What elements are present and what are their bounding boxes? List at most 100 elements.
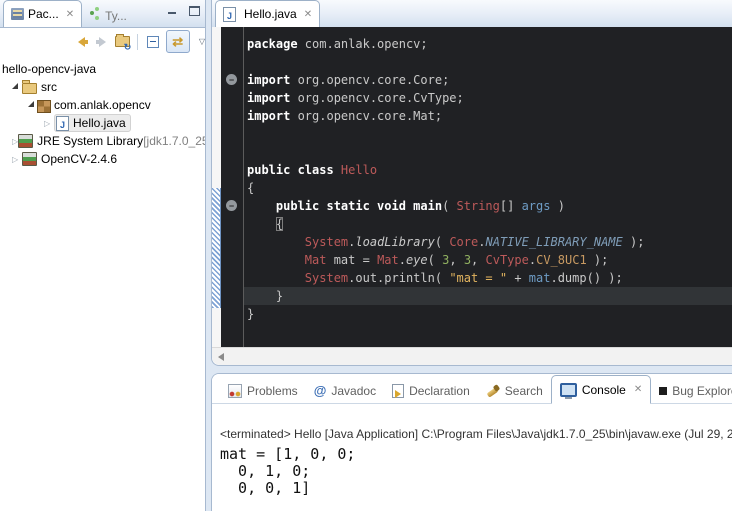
close-icon[interactable]: ✕ xyxy=(304,9,312,20)
tree-item-label: com.anlak.opencv xyxy=(54,98,151,112)
back-icon[interactable] xyxy=(74,33,89,51)
code-line[interactable]: { xyxy=(247,215,732,233)
package-explorer-toolbar: ↻ ⇄ ▽ xyxy=(0,28,205,55)
tab-search[interactable]: Search xyxy=(478,379,551,403)
fold-collapse-icon[interactable]: − xyxy=(226,200,237,211)
tree-item[interactable]: hello-opencv-java xyxy=(0,60,205,78)
tab-label: Problems xyxy=(247,384,298,398)
code-token: , xyxy=(471,253,485,267)
editor-ruler xyxy=(212,27,221,348)
collapse-all-icon[interactable] xyxy=(145,33,160,51)
code-token xyxy=(247,271,305,285)
console-icon xyxy=(560,383,577,397)
code-line[interactable] xyxy=(247,125,732,143)
code-token: Core xyxy=(449,235,478,249)
code-line[interactable]: } xyxy=(247,305,732,323)
code-line[interactable]: import org.opencv.core.Mat; xyxy=(247,107,732,125)
forward-icon[interactable] xyxy=(94,33,109,51)
maximize-icon[interactable] xyxy=(189,6,199,15)
tab-hello-java[interactable]: J Hello.java ✕ xyxy=(215,0,320,27)
fold-collapse-icon[interactable]: − xyxy=(226,74,237,85)
tab-bug-explorer[interactable]: Bug Explorer xyxy=(651,379,732,403)
tab-problems[interactable]: Problems xyxy=(220,379,306,403)
project-tree: hello-opencv-javasrccom.anlak.opencv▷JHe… xyxy=(0,55,205,168)
code-line[interactable] xyxy=(247,53,732,71)
selected-tree-item[interactable]: JHello.java xyxy=(54,114,131,132)
source-folder-icon xyxy=(22,83,37,94)
code-token: ); xyxy=(587,253,609,267)
tree-item[interactable]: src xyxy=(0,78,205,96)
code-line[interactable]: import org.opencv.core.CvType; xyxy=(247,89,732,107)
tree-item[interactable]: ▷OpenCV-2.4.6 xyxy=(0,150,205,168)
tree-item[interactable]: com.anlak.opencv xyxy=(0,96,205,114)
type-hierarchy-icon xyxy=(89,10,101,22)
tab-package-explorer[interactable]: Pac... ✕ xyxy=(3,0,82,27)
code-token: String xyxy=(457,199,500,213)
editor-gutter: −− xyxy=(221,27,244,348)
tab-label: Search xyxy=(505,384,543,398)
minimize-icon[interactable] xyxy=(167,6,177,15)
tree-item[interactable]: ▷JHello.java xyxy=(0,114,205,132)
code-token: org.opencv.core.Core; xyxy=(290,73,449,87)
expanded-arrow-icon[interactable] xyxy=(28,101,34,107)
code-token: ) xyxy=(550,199,564,213)
scroll-left-icon[interactable] xyxy=(218,353,224,361)
code-token: .dump() ); xyxy=(550,271,622,285)
code-token: , xyxy=(449,253,463,267)
declaration-icon xyxy=(392,384,404,398)
tab-label: Pac... xyxy=(28,7,59,21)
code-token: ( xyxy=(428,253,442,267)
code-line[interactable]: System.out.println( "mat = " + mat.dump(… xyxy=(247,269,732,287)
eclipse-workbench: Pac... ✕ Ty... ↻ ⇄ ▽ hello-opencv-javasr… xyxy=(0,0,732,511)
up-icon[interactable]: ↻ xyxy=(115,33,130,51)
horizontal-scrollbar[interactable] xyxy=(212,347,732,365)
console-output-line: 0, 1, 0; xyxy=(220,463,732,480)
tab-javadoc[interactable]: @Javadoc xyxy=(306,379,384,403)
collapsed-arrow-icon[interactable]: ▷ xyxy=(12,155,22,164)
tab-console[interactable]: Console✕ xyxy=(551,375,651,404)
toolbar-separator xyxy=(137,34,138,50)
close-icon[interactable]: ✕ xyxy=(66,9,74,20)
tree-item-decorator: [jdk1.7.0_25] xyxy=(143,134,205,148)
collapsed-arrow-icon[interactable]: ▷ xyxy=(44,119,54,128)
bottom-tabstrip: Problems @JavadocDeclaration Search Console… xyxy=(212,374,732,404)
code-line[interactable]: import org.opencv.core.Core; xyxy=(247,71,732,89)
link-with-editor-icon[interactable]: ⇄ xyxy=(166,30,190,53)
code-line[interactable]: Mat mat = Mat.eye( 3, 3, CvType.CV_8UC1 … xyxy=(247,251,732,269)
tab-label: Ty... xyxy=(105,9,127,23)
code-token: org.opencv.core.Mat; xyxy=(290,109,442,123)
code-token: NATIVE_LIBRARY_NAME xyxy=(485,235,622,249)
code-line[interactable]: { xyxy=(247,179,732,197)
code-token: CvType xyxy=(486,253,529,267)
close-icon[interactable]: ✕ xyxy=(634,384,642,395)
code-token: loadLibrary xyxy=(355,235,434,249)
code-token: com.anlak.opencv; xyxy=(298,37,428,51)
console-output[interactable]: mat = [1, 0, 0; 0, 1, 0; 0, 0, 1] xyxy=(220,446,732,497)
tab-declaration[interactable]: Declaration xyxy=(384,379,478,403)
tree-item[interactable]: ▷JRE System Library [jdk1.7.0_25] xyxy=(0,132,205,150)
code-line[interactable]: package com.anlak.opencv; xyxy=(247,35,732,53)
code-line[interactable]: public class Hello xyxy=(247,161,732,179)
expanded-arrow-icon[interactable] xyxy=(12,83,18,89)
code-token: public class xyxy=(247,163,341,177)
code-line[interactable]: System.loadLibrary( Core.NATIVE_LIBRARY_… xyxy=(247,233,732,251)
code-token: import xyxy=(247,109,290,123)
code-line[interactable]: public static void main( String[] args ) xyxy=(247,197,732,215)
package-explorer-icon xyxy=(11,8,24,20)
code-token: import xyxy=(247,73,290,87)
code-token: CV_8UC1 xyxy=(536,253,587,267)
code-line[interactable]: } xyxy=(244,287,732,305)
view-menu-icon[interactable]: ▽ xyxy=(199,37,205,46)
code-line[interactable] xyxy=(247,143,732,161)
editor-panel: J Hello.java ✕ −− package com.anlak.open… xyxy=(211,0,732,366)
tab-label: Bug Explorer xyxy=(672,384,732,398)
tab-type-hierarchy[interactable]: Ty... xyxy=(82,5,134,27)
code-token: "mat = " xyxy=(449,271,507,285)
code-token: .out.println( xyxy=(348,271,449,285)
code-token: package xyxy=(247,37,298,51)
code-token: mat = xyxy=(326,253,377,267)
code-token: System xyxy=(305,235,348,249)
editor-body[interactable]: −− package com.anlak.opencv; import org.… xyxy=(212,27,732,348)
code-area[interactable]: package com.anlak.opencv; import org.ope… xyxy=(244,27,732,348)
java-file-icon: J xyxy=(56,116,69,131)
